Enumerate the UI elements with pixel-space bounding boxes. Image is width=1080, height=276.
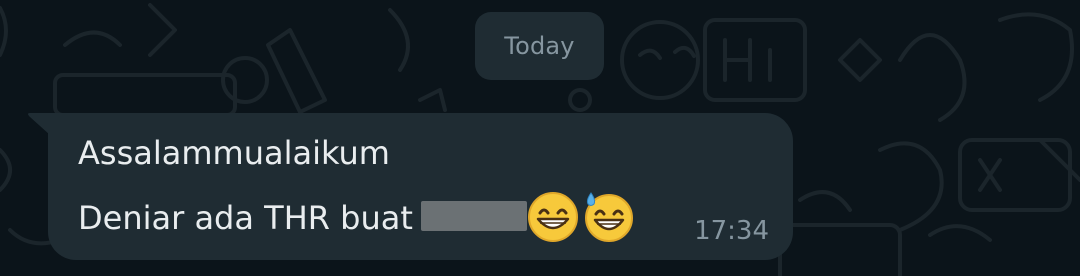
bubble-tail <box>28 113 50 135</box>
incoming-message-bubble[interactable]: Assalammualaikum Deniar ada THR buat 17:… <box>48 113 793 260</box>
redacted-word-box <box>420 201 527 231</box>
message-text: Deniar ada THR buat <box>78 199 413 237</box>
date-separator-chip: Today <box>475 12 604 80</box>
message-timestamp: 17:34 <box>694 216 769 246</box>
date-separator-label: Today <box>504 32 575 60</box>
grinning-sweat-emoji-icon <box>584 192 633 242</box>
chat-area[interactable]: Today Assalammualaikum Deniar ada THR bu… <box>0 0 1080 276</box>
message-line-1: Assalammualaikum <box>78 134 390 172</box>
message-line-2: Deniar ada THR buat <box>78 191 635 243</box>
grinning-face-emoji-icon <box>527 192 578 242</box>
